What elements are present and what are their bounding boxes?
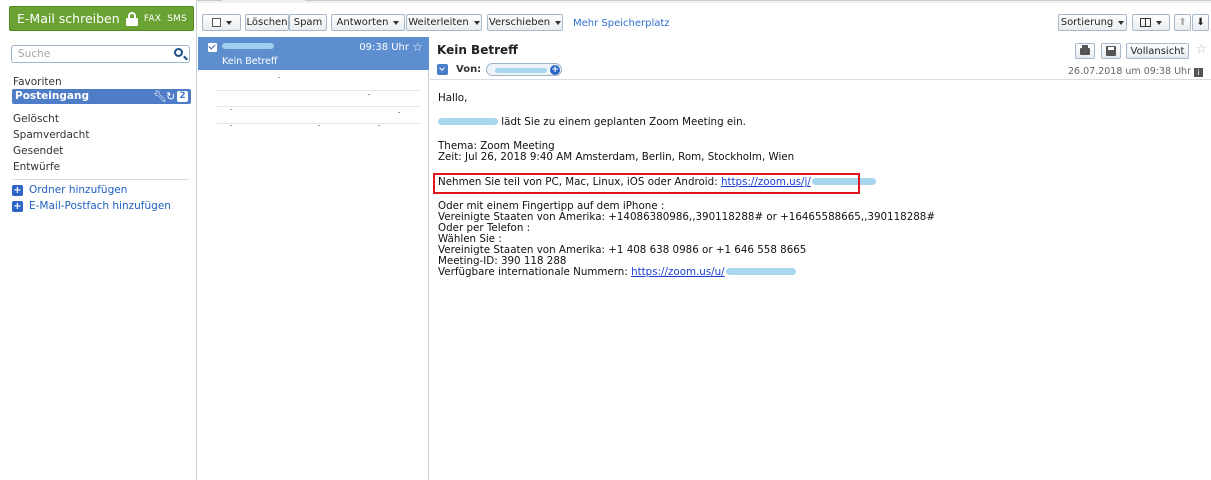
layout-button[interactable] (1132, 14, 1170, 31)
select-all-dropdown[interactable] (202, 14, 241, 31)
message-title: Kein Betreff (437, 43, 518, 57)
folder-spam[interactable]: Spamverdacht (13, 129, 89, 141)
expand-icon[interactable] (437, 64, 448, 75)
list-dot (398, 112, 400, 113)
list-dot (230, 125, 232, 126)
folder-drafts[interactable]: Entwürfe (13, 161, 60, 173)
intl-link[interactable]: https://zoom.us/u/ (631, 266, 725, 278)
row-checkbox[interactable] (208, 43, 217, 52)
refresh-icon[interactable]: ↻ (166, 90, 175, 103)
sender-redacted (495, 68, 548, 73)
reading-pane: Kein Betreff Von: + Vollansicht ☆ 26.07.… (430, 37, 1211, 480)
compose-label: E-Mail schreiben (17, 11, 120, 26)
sort-label: Sortierung (1060, 17, 1114, 28)
checkbox-icon (211, 18, 221, 27)
message-date: 26.07.2018 um 09:38 Uhr i (1068, 66, 1203, 77)
move-button[interactable]: Verschieben (487, 14, 563, 31)
list-dot (318, 125, 320, 126)
add-folder-link[interactable]: + Ordner hinzufügen (12, 184, 127, 196)
chevron-down-icon (225, 20, 232, 25)
plus-icon: + (12, 184, 23, 196)
list-dot (368, 94, 370, 95)
message-subject: Kein Betreff (222, 56, 278, 67)
move-label: Verschieben (488, 17, 551, 28)
forward-label: Weiterleiten (408, 17, 469, 28)
greeting: Hallo, (438, 92, 468, 104)
delete-button[interactable]: Löschen (245, 14, 289, 31)
sender-redacted (222, 43, 274, 49)
list-item (216, 90, 421, 91)
folder-inbox[interactable]: Posteingang 🔧︎ ↻ 2 (12, 89, 191, 104)
arrow-up-icon: ⬆︎ (1178, 17, 1187, 28)
save-icon (1106, 46, 1116, 56)
link-redacted (725, 268, 796, 275)
from-row: Von: + (437, 63, 563, 76)
invite-text: lädt Sie zu einem geplanten Zoom Meeting… (501, 116, 746, 128)
sms-button[interactable]: SMS (167, 14, 187, 24)
lock-icon (125, 11, 138, 26)
time-line: Zeit: Jul 26, 2018 9:40 AM Amsterdam, Be… (438, 151, 795, 163)
chevron-down-icon (473, 20, 480, 25)
arrow-down-button[interactable]: ⬇︎ (1192, 14, 1209, 31)
intl-line: Verfügbare internationale Nummern: https… (438, 267, 796, 278)
search-icon[interactable] (174, 48, 183, 57)
highlight-box (433, 173, 860, 194)
star-icon[interactable]: ☆ (412, 40, 423, 54)
more-storage-link[interactable]: Mehr Speicherplatz (573, 18, 670, 29)
message-list: 09:38 Uhr ☆ Kein Betreff (198, 37, 429, 480)
sidebar-divider (12, 179, 189, 180)
search-input[interactable] (12, 46, 162, 62)
folder-inbox-label: Posteingang (15, 90, 89, 102)
toolbar: Löschen Spam Antworten Weiterleiten Vers… (197, 9, 1211, 34)
invite-line: lädt Sie zu einem geplanten Zoom Meeting… (438, 117, 746, 128)
message-time: 09:38 Uhr (359, 42, 409, 53)
reply-button[interactable]: Antworten (331, 14, 405, 31)
list-dot (278, 77, 280, 78)
chevron-down-icon (1156, 20, 1162, 25)
chevron-down-icon (555, 20, 562, 25)
folder-favorites[interactable]: Favoriten (13, 76, 62, 88)
from-label: Von: (456, 64, 482, 75)
chevron-down-icon (1118, 20, 1125, 25)
add-mailbox-label: E-Mail-Postfach hinzufügen (29, 200, 171, 212)
list-dot (230, 109, 232, 110)
message-date-text: 26.07.2018 um 09:38 Uhr (1068, 66, 1191, 77)
sender-chip[interactable]: + (486, 63, 563, 76)
organizer-redacted (438, 118, 498, 125)
full-view-button[interactable]: Vollansicht (1126, 43, 1189, 59)
plus-icon: + (12, 200, 23, 212)
info-icon[interactable]: i (1194, 68, 1203, 77)
compose-button[interactable]: E-Mail schreiben FAX SMS (9, 6, 194, 31)
fax-button[interactable]: FAX (144, 14, 161, 24)
search-box (11, 45, 190, 63)
add-contact-icon[interactable]: + (550, 65, 561, 75)
list-item (216, 123, 421, 124)
chevron-down-icon (393, 20, 400, 25)
folder-sent[interactable]: Gesendet (13, 145, 63, 157)
spam-button[interactable]: Spam (289, 14, 327, 31)
unread-badge: 2 (177, 91, 188, 102)
layout-icon (1140, 18, 1151, 27)
message-header: Kein Betreff Von: + Vollansicht ☆ 26.07.… (430, 37, 1211, 80)
reply-label: Antworten (336, 17, 389, 28)
intl-label: Verfügbare internationale Nummern: (438, 266, 628, 278)
save-button[interactable] (1101, 43, 1121, 59)
forward-button[interactable]: Weiterleiten (406, 14, 482, 31)
folder-deleted[interactable]: Gelöscht (13, 113, 59, 125)
sidebar: E-Mail schreiben FAX SMS Favoriten Poste… (0, 0, 197, 480)
message-row-selected[interactable]: 09:38 Uhr ☆ Kein Betreff (198, 37, 429, 70)
top-tab-line (305, 0, 1211, 1)
print-button[interactable] (1075, 43, 1095, 59)
sort-button[interactable]: Sortierung (1058, 14, 1127, 31)
arrow-down-icon: ⬇︎ (1196, 17, 1205, 28)
add-mailbox-link[interactable]: + E-Mail-Postfach hinzufügen (12, 200, 171, 212)
star-icon[interactable]: ☆ (1195, 42, 1207, 57)
list-dot (378, 125, 380, 126)
list-item (216, 106, 421, 107)
wrench-icon[interactable]: 🔧︎ (153, 90, 167, 103)
printer-icon (1080, 44, 1090, 55)
add-folder-label: Ordner hinzufügen (29, 184, 128, 196)
arrow-up-button[interactable]: ⬆︎ (1174, 14, 1191, 31)
